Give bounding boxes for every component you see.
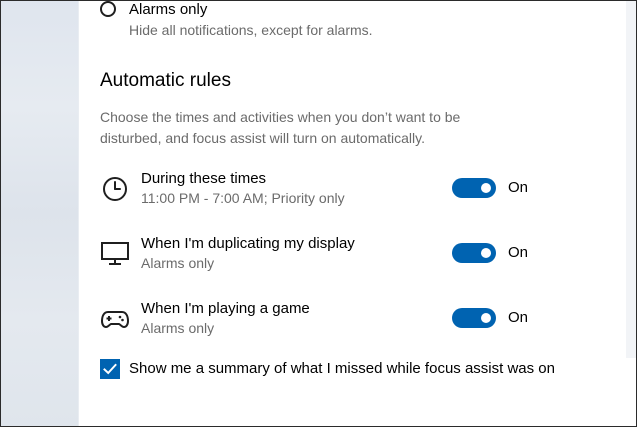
gamepad-icon	[100, 304, 130, 334]
rule-during-these-times-link[interactable]: During these times	[141, 170, 266, 187]
background-wallpaper-left	[1, 1, 78, 426]
toggle-knob	[481, 248, 491, 258]
summary-checkbox-label[interactable]: Show me a summary of what I missed while…	[129, 360, 555, 377]
rule-during-these-times-subtitle: 11:00 PM - 7:00 AM; Priority only	[141, 190, 345, 206]
rule-playing-game-toggle-state: On	[508, 309, 529, 326]
alarms-only-label[interactable]: Alarms only	[129, 1, 207, 18]
toggle-knob	[481, 313, 491, 323]
rule-during-these-times-toggle[interactable]	[452, 178, 496, 198]
monitor-icon	[100, 238, 130, 268]
rule-duplicating-display-link[interactable]: When I'm duplicating my display	[141, 235, 355, 252]
rule-duplicating-display-subtitle: Alarms only	[141, 255, 215, 271]
rule-playing-game-toggle[interactable]	[452, 308, 496, 328]
rule-playing-game-link[interactable]: When I'm playing a game	[141, 300, 310, 317]
checkmark-icon	[103, 363, 117, 375]
rule-playing-game-subtitle: Alarms only	[141, 320, 215, 336]
rule-duplicating-display-toggle[interactable]	[452, 243, 496, 263]
toggle-knob	[481, 183, 491, 193]
rule-duplicating-display-toggle-state: On	[508, 244, 529, 261]
clock-icon	[100, 174, 130, 204]
alarms-only-description: Hide all notifications, except for alarm…	[129, 22, 373, 38]
alarms-only-radio[interactable]	[100, 1, 116, 17]
automatic-rules-heading: Automatic rules	[100, 70, 231, 91]
summary-checkbox[interactable]	[100, 359, 120, 379]
automatic-rules-description: Choose the times and activities when you…	[100, 109, 461, 146]
rule-during-these-times-toggle-state: On	[508, 179, 529, 196]
